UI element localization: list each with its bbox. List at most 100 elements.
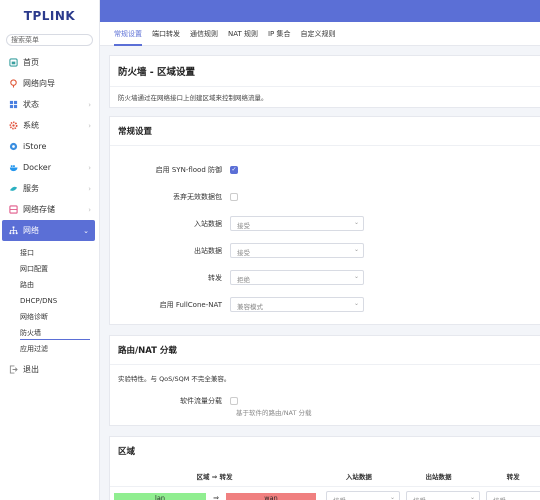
network-submenu: 接口 网口配置 路由 DHCP/DNS 网络诊断 防火墙 应用过滤: [0, 245, 99, 357]
submenu-item-diagnostics[interactable]: 网络诊断: [0, 309, 99, 325]
field-label: 软件流量分载: [180, 397, 222, 405]
zone-source-badge: lan: [114, 492, 206, 500]
field-label: 启用 SYN-flood 防御: [155, 165, 222, 174]
tab-port-forwards[interactable]: 端口转发: [152, 22, 180, 46]
system-gear-icon: [8, 121, 18, 131]
sidebar-item-label: 首页: [23, 58, 39, 67]
drop-invalid-checkbox[interactable]: [230, 192, 238, 201]
sidebar-item-label: 网络向导: [23, 79, 55, 88]
output-policy-row: 出站数据 接受 ⌄: [110, 237, 540, 264]
field-label: 启用 FullCone-NAT: [159, 300, 222, 309]
offload-note: 实验特性。与 QoS/SQM 不完全兼容。: [118, 375, 231, 383]
chevron-down-icon: ⌄: [389, 493, 395, 500]
syn-flood-row: 启用 SYN-flood 防御 ✓: [110, 156, 540, 183]
software-offload-checkbox[interactable]: [230, 397, 238, 405]
input-policy-row: 入站数据 接受 ⌄: [110, 210, 540, 237]
forward-policy-select[interactable]: 拒绝 ⌄: [230, 270, 364, 285]
sidebar-item-network[interactable]: 网络 ⌄: [2, 220, 95, 241]
sidebar-item-label: 状态: [23, 100, 39, 109]
sidebar-item-label: 网络: [23, 226, 39, 235]
fullcone-nat-row: 启用 FullCone-NAT 兼容模式 ⌄: [110, 291, 540, 318]
sidebar-item-services[interactable]: 服务 ›: [0, 178, 99, 199]
chevron-right-icon: ›: [88, 184, 91, 193]
sidebar-item-storage[interactable]: 网络存储 ›: [0, 199, 99, 220]
sidebar-item-label: 网络存储: [23, 205, 55, 214]
store-icon: [8, 142, 18, 152]
select-value: 接受: [237, 222, 250, 230]
status-icon: [8, 100, 18, 110]
zone-dest-badge: wan: [226, 492, 316, 500]
tab-traffic-rules[interactable]: 通信规则: [190, 22, 218, 46]
section-title: 路由/NAT 分载: [110, 336, 540, 365]
submenu-item-app-filter[interactable]: 应用过滤: [0, 341, 99, 357]
forward-policy-row: 转发 拒绝 ⌄: [110, 264, 540, 291]
services-icon: [8, 184, 18, 194]
submenu-item-interfaces[interactable]: 接口: [0, 245, 99, 261]
sidebar-item-system[interactable]: 系统 ›: [0, 115, 99, 136]
sidebar-item-label: Docker: [23, 163, 52, 172]
sidebar-item-label: iStore: [23, 142, 47, 151]
chevron-right-icon: ›: [88, 205, 91, 214]
top-banner: [100, 0, 540, 22]
column-header: 入站数据: [345, 473, 372, 481]
fullcone-nat-select[interactable]: 兼容模式 ⌄: [230, 297, 364, 312]
select-value: 接受: [333, 497, 346, 500]
page-title: 防火墙 - 区域设置: [118, 67, 196, 78]
storage-icon: [8, 205, 18, 215]
sidebar-item-home[interactable]: 首页: [0, 52, 99, 73]
tab-nat-rules[interactable]: NAT 规则: [228, 22, 258, 46]
submenu-item-routes[interactable]: 路由: [0, 277, 99, 293]
column-header: 转发: [506, 473, 520, 481]
sidebar-item-label: 系统: [23, 121, 39, 130]
sidebar-item-logout[interactable]: 退出: [0, 359, 99, 380]
page-description: 防火墙通过在网络接口上创建区域来控制网络流量。: [110, 86, 540, 107]
forward-arrow-icon: ⇒: [213, 494, 219, 500]
submenu-item-dhcp-dns[interactable]: DHCP/DNS: [0, 293, 99, 309]
offload-card: 路由/NAT 分载 实验特性。与 QoS/SQM 不完全兼容。 软件流量分载 基…: [109, 335, 540, 426]
logout-icon: [8, 365, 18, 375]
field-label: 出站数据: [194, 246, 222, 255]
search-input[interactable]: 搜索菜单: [6, 34, 93, 46]
tab-ip-sets[interactable]: IP 集合: [268, 22, 291, 46]
tab-custom-rules[interactable]: 自定义规则: [301, 22, 336, 46]
select-value: 兼容模式: [237, 303, 263, 311]
zones-table-header: 区域 ⇒ 转发 入站数据 出站数据 转发: [110, 465, 540, 487]
select-value: 接受: [237, 249, 250, 257]
sidebar-item-wizard[interactable]: 网络向导: [0, 73, 99, 94]
docker-icon: [8, 163, 18, 173]
field-label: 丢弃无效数据包: [173, 192, 222, 201]
general-settings-card: 常规设置 启用 SYN-flood 防御 ✓ 丢弃无效数据包 入站数据 接受 ⌄ …: [109, 116, 540, 325]
sidebar-item-status[interactable]: 状态 ›: [0, 94, 99, 115]
wizard-icon: [8, 79, 18, 89]
submenu-item-port-config[interactable]: 网口配置: [0, 261, 99, 277]
chevron-right-icon: ›: [88, 163, 91, 172]
logo: TPLINK: [23, 9, 76, 23]
tab-general-settings[interactable]: 常规设置: [114, 22, 142, 46]
network-icon: [8, 226, 18, 236]
chevron-down-icon: ⌄: [469, 493, 475, 500]
output-policy-select[interactable]: 接受 ⌄: [230, 243, 364, 258]
chevron-down-icon: ⌄: [83, 226, 89, 235]
zone-input-select[interactable]: 接受 ⌄: [326, 490, 400, 500]
chevron-down-icon: ⌄: [353, 300, 359, 307]
chevron-down-icon: ⌄: [353, 219, 359, 226]
main-content: 防火墙 - 区域设置 防火墙通过在网络接口上创建区域来控制网络流量。 常规设置 …: [109, 55, 540, 500]
chevron-down-icon: ⌄: [353, 273, 359, 280]
sidebar-item-docker[interactable]: Docker ›: [0, 157, 99, 178]
page-header-card: 防火墙 - 区域设置 防火墙通过在网络接口上创建区域来控制网络流量。: [109, 55, 540, 108]
section-title: 区域: [118, 447, 136, 457]
sidebar-item-label: 服务: [23, 184, 39, 193]
home-icon: [8, 58, 18, 68]
zone-output-select[interactable]: 接受 ⌄: [406, 490, 480, 500]
select-value: 拒绝: [237, 276, 250, 284]
sidebar: TPLINK 搜索菜单 首页 网络向导 状态 › 系统 › iStore Doc…: [0, 0, 100, 500]
syn-flood-checkbox[interactable]: ✓: [230, 165, 238, 174]
input-policy-select[interactable]: 接受 ⌄: [230, 216, 364, 231]
chevron-down-icon: ⌄: [353, 246, 359, 253]
zone-forward-select[interactable]: 接受: [486, 490, 540, 500]
column-header: 出站数据: [425, 473, 452, 481]
sidebar-item-istore[interactable]: iStore: [0, 136, 99, 157]
sidebar-item-label: 退出: [23, 365, 39, 374]
submenu-item-firewall[interactable]: 防火墙: [0, 325, 99, 341]
tab-bar: 常规设置 端口转发 通信规则 NAT 规则 IP 集合 自定义规则: [100, 22, 540, 46]
